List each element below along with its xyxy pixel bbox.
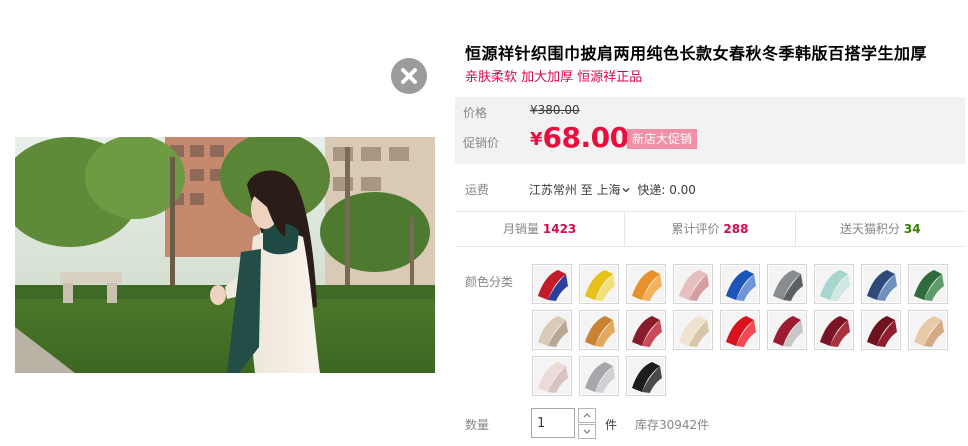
monthly-sales-value: 1423 <box>542 222 577 236</box>
shipping-to: 至 <box>580 183 593 197</box>
scarf-thumbnail <box>628 266 664 302</box>
swatch-denim[interactable] <box>861 264 901 304</box>
swatch-green[interactable] <box>908 264 948 304</box>
product-subtitle: 亲肤柔软 加大加厚 恒源祥正品 <box>465 70 643 85</box>
swatch-camel[interactable] <box>908 310 948 350</box>
quantity-increase-button[interactable] <box>578 408 596 423</box>
swatch-burgundy-mix[interactable] <box>626 310 666 350</box>
divider <box>455 246 965 247</box>
shipping-row: 运费 江苏常州 至 上海 快递: 0.00 <box>465 181 696 198</box>
chevron-down-icon <box>622 187 629 192</box>
reviews-value: 288 <box>723 222 749 236</box>
promo-tag: 新店大促销 <box>627 129 698 149</box>
reviews-label: 累计评价 <box>671 222 720 236</box>
swatch-black[interactable] <box>626 356 666 396</box>
quantity-decrease-button[interactable] <box>578 424 596 439</box>
swatch-beige[interactable] <box>532 310 572 350</box>
product-photo <box>15 137 435 373</box>
swatch-wine[interactable] <box>767 310 807 350</box>
product-title: 恒源祥针织围巾披肩两用纯色长款女春秋冬季韩版百搭学生加厚 <box>465 44 928 63</box>
reward-points-value: 34 <box>903 222 921 236</box>
promo-price: ¥68.00 <box>530 121 629 154</box>
swatch-maroon[interactable] <box>814 310 854 350</box>
shipping-label: 运费 <box>465 183 490 197</box>
scarf-thumbnail <box>628 312 664 348</box>
reviews[interactable]: 累计评价 288 <box>625 212 796 246</box>
quantity-input[interactable] <box>531 408 575 438</box>
swatch-orange[interactable] <box>626 264 666 304</box>
scarf-thumbnail <box>722 312 758 348</box>
scarf-thumbnail <box>581 358 617 394</box>
shipping-origin: 江苏常州 <box>528 183 577 197</box>
scarf-thumbnail <box>581 266 617 302</box>
reward-points-label: 送天猫积分 <box>840 222 901 236</box>
swatch-mint[interactable] <box>814 264 854 304</box>
quantity-unit: 件 <box>605 418 618 432</box>
scarf-thumbnail <box>534 266 570 302</box>
close-icon <box>401 68 417 84</box>
shipping-express: 快递: 0.00 <box>637 183 696 197</box>
scarf-thumbnail <box>675 266 711 302</box>
stock-count: 库存30942件 <box>635 418 710 432</box>
price-panel: 价格 ¥380.00 促销价 ¥68.00 新店大促销 <box>455 97 965 164</box>
monthly-sales: 月销量 1423 <box>455 212 626 246</box>
swatch-blue[interactable] <box>720 264 760 304</box>
swatch-light-pink[interactable] <box>532 356 572 396</box>
reward-points: 送天猫积分 34 <box>796 212 965 246</box>
promo-price-value: 68.00 <box>542 121 630 154</box>
swatch-dark-red[interactable] <box>861 310 901 350</box>
shipping-destination: 上海 <box>596 183 621 197</box>
swatch-yellow[interactable] <box>579 264 619 304</box>
scarf-thumbnail <box>534 312 570 348</box>
quantity-label: 数量 <box>465 418 490 432</box>
promo-price-label: 促销价 <box>463 136 500 150</box>
stats-bar: 月销量 1423 累计评价 288 送天猫积分 34 <box>455 212 965 246</box>
scarf-thumbnail <box>769 266 805 302</box>
close-button[interactable] <box>391 58 427 94</box>
swatch-caramel[interactable] <box>579 310 619 350</box>
scarf-thumbnail <box>816 266 852 302</box>
scarf-thumbnail <box>581 312 617 348</box>
swatch-silver[interactable] <box>579 356 619 396</box>
swatch-pink[interactable] <box>673 264 713 304</box>
monthly-sales-label: 月销量 <box>503 222 540 236</box>
swatch-royal-red[interactable] <box>532 264 572 304</box>
original-price-label: 价格 <box>463 106 488 120</box>
scarf-thumbnail <box>769 312 805 348</box>
promo-price-currency: ¥ <box>530 129 543 150</box>
shipping-destination-select[interactable]: 上海 <box>597 183 634 197</box>
scarf-thumbnail <box>628 358 664 394</box>
original-price: ¥380.00 <box>530 103 580 117</box>
scarf-thumbnail <box>534 358 570 394</box>
chevron-down-icon <box>583 429 591 434</box>
scarf-thumbnail <box>675 312 711 348</box>
scarf-thumbnail <box>863 266 899 302</box>
swatch-cream[interactable] <box>673 310 713 350</box>
original-price-currency: ¥ <box>530 103 538 117</box>
product-photo-image <box>15 137 435 373</box>
swatch-red[interactable] <box>720 310 760 350</box>
scarf-thumbnail <box>863 312 899 348</box>
swatch-grey[interactable] <box>767 264 807 304</box>
scarf-thumbnail <box>910 266 946 302</box>
original-price-value: 380.00 <box>537 103 580 117</box>
scarf-thumbnail <box>816 312 852 348</box>
scarf-thumbnail <box>722 266 758 302</box>
scarf-thumbnail <box>910 312 946 348</box>
color-options-label: 颜色分类 <box>465 275 514 289</box>
chevron-up-icon <box>583 413 591 418</box>
